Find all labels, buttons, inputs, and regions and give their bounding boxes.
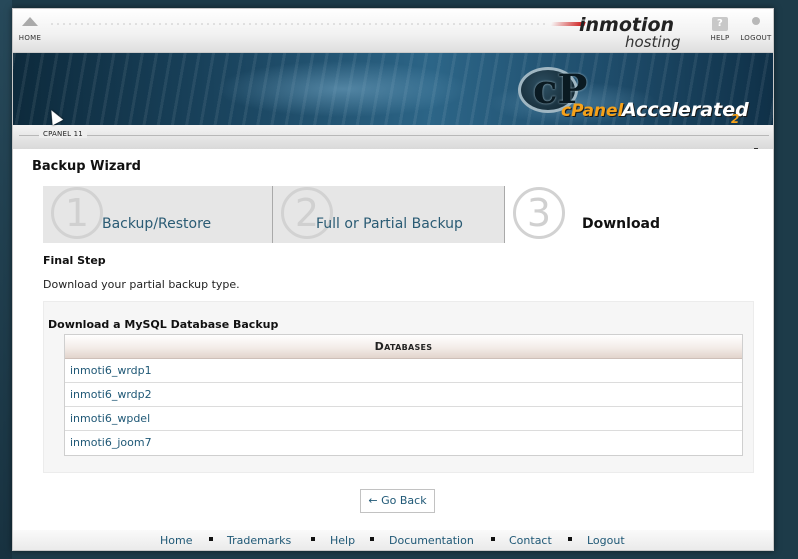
step-number-icon: 1 [51,187,103,239]
accelerated-num: 2 [731,112,740,126]
inmotion-logo: inmotion hosting [549,14,699,54]
brand-sub: hosting [625,33,681,51]
step-label: Download [582,216,661,232]
help-button[interactable]: ? HELP [707,17,733,42]
database-backup-panel: Download a MySQL Database Backup Databas… [43,301,754,473]
database-table: Databases inmoti6_wrdp1 inmoti6_wrdp2 in… [64,334,743,456]
footer-link-contact[interactable]: Contact [509,534,552,547]
footer-separator [568,537,572,541]
step-full-or-partial[interactable]: 2 Full or Partial Backup [273,186,504,243]
user-icon [748,17,764,31]
panel-title: Download a MySQL Database Backup [48,318,279,331]
version-bar: CPANEL 11 [13,125,773,149]
header-dotted-line [49,23,549,25]
table-header: Databases [65,335,742,359]
help-label: HELP [710,34,730,42]
database-link[interactable]: inmoti6_wpdel [65,407,742,431]
step-backup-restore[interactable]: 1 Backup/Restore [43,186,273,243]
footer-separator [311,537,315,541]
help-icon: ? [712,17,728,31]
database-link[interactable]: inmoti6_wrdp1 [65,359,742,383]
wizard-steps: 1 Backup/Restore 2 Full or Partial Backu… [43,186,735,243]
logout-label: LOGOUT [740,34,772,42]
footer-separator [370,537,374,541]
home-label: HOME [18,34,42,42]
dash-mark [754,148,758,149]
version-label: CPANEL 11 [39,130,87,138]
footer-link-documentation[interactable]: Documentation [389,534,474,547]
database-link[interactable]: inmoti6_wrdp2 [65,383,742,407]
footer-link-logout[interactable]: Logout [587,534,625,547]
logout-button[interactable]: LOGOUT [739,17,773,42]
footer-link-trademarks[interactable]: Trademarks [227,534,291,547]
final-step-title: Final Step [43,254,106,267]
table-header-label: Databases [374,340,433,353]
step-label: Backup/Restore [102,216,212,232]
footer-separator [491,537,495,541]
footer-links: Home Trademarks Help Documentation Conta… [13,530,773,550]
home-button[interactable]: HOME [17,17,43,42]
divider [19,135,769,136]
footer-link-home[interactable]: Home [160,534,192,547]
database-link[interactable]: inmoti6_joom7 [65,431,742,455]
final-step-description: Download your partial backup type. [43,278,240,291]
browser-content: HOME inmotion hosting ? HELP LOGOUT cP c… [12,8,774,551]
step-number-icon: 3 [513,187,565,239]
step-download: 3 Download [504,186,735,243]
cpanel-text: cPanel [561,101,624,121]
footer-link-help[interactable]: Help [330,534,355,547]
desktop-background [0,0,12,559]
page-title: Backup Wizard [32,159,141,174]
go-back-button[interactable]: ← Go Back [360,489,435,513]
step-label: Full or Partial Backup [316,216,463,232]
cpanel-banner: cP cPanel Accelerated 2 [13,53,773,126]
accelerated-text: Accelerated [622,99,749,121]
home-icon [22,17,38,26]
top-header-bar: HOME inmotion hosting ? HELP LOGOUT [13,9,773,54]
footer-separator [209,537,213,541]
